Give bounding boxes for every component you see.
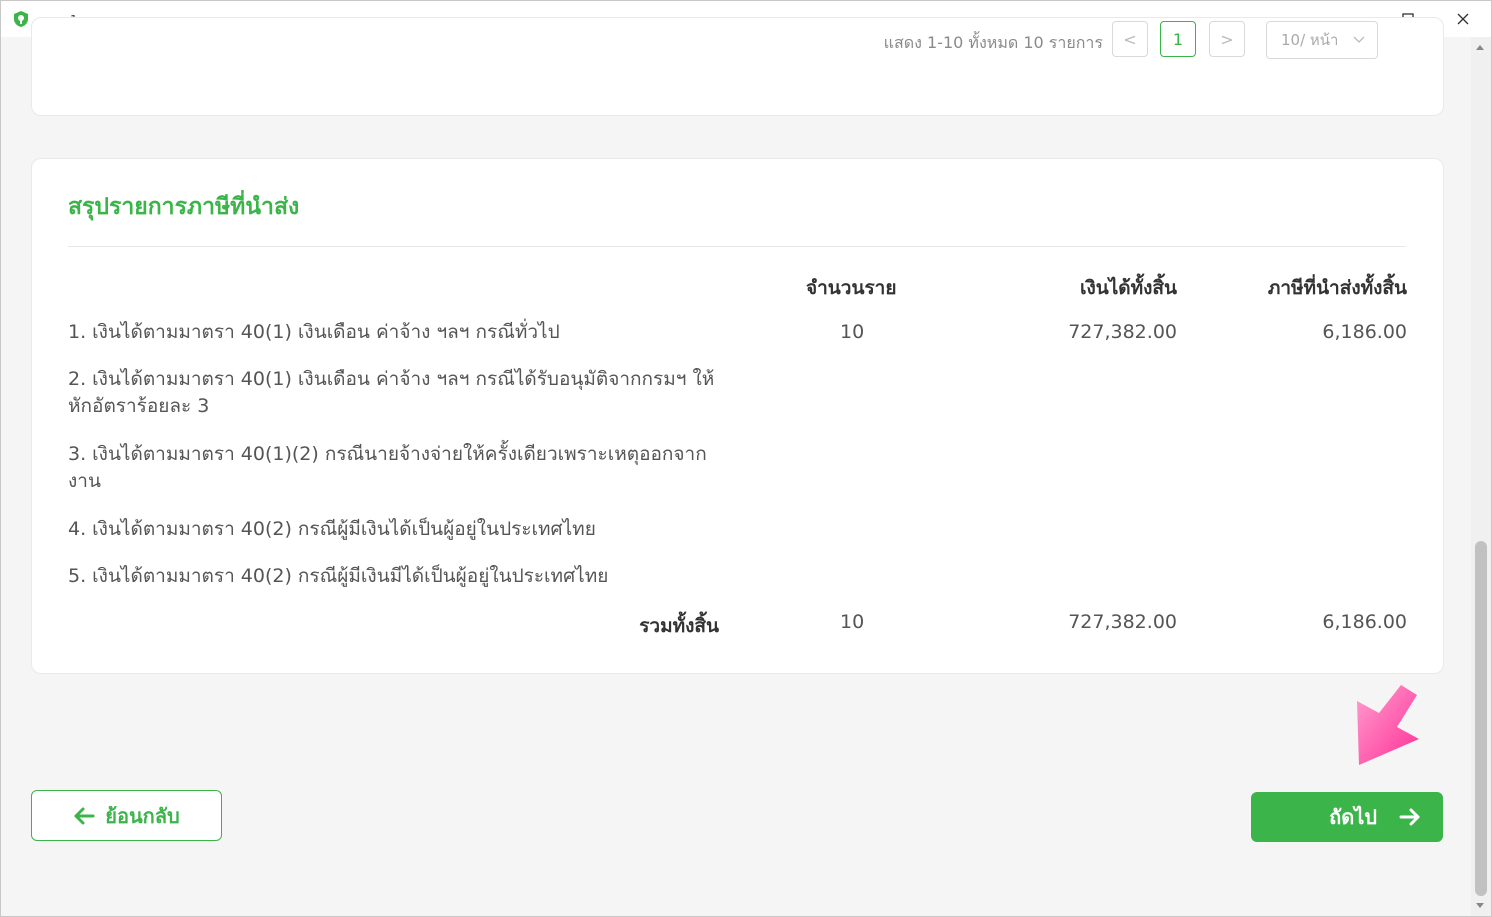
scroll-up-icon[interactable]	[1476, 45, 1484, 50]
records-table-card: แสดง 1-10 ทั้งหมด 10 รายการ < 1 > 10/ หน…	[31, 17, 1444, 116]
shield-logo-icon	[14, 11, 28, 27]
summary-row-label-4: 4. เงินได้ตามมาตรา 40(2) กรณีผู้มีเงินได…	[68, 518, 596, 540]
next-button[interactable]: ถัดไป	[1251, 792, 1443, 842]
page-1-button[interactable]: 1	[1160, 21, 1196, 57]
main-content: แสดง 1-10 ทั้งหมด 10 รายการ < 1 > 10/ หน…	[1, 17, 1471, 916]
prev-page-button[interactable]: <	[1112, 21, 1148, 57]
summary-row-count-1: 10	[840, 321, 865, 343]
next-page-button[interactable]: >	[1209, 21, 1245, 57]
next-button-label: ถัดไป	[1329, 805, 1377, 829]
chevron-left-icon: <	[1123, 29, 1137, 49]
pagination-summary: แสดง 1-10 ทั้งหมด 10 รายการ	[883, 33, 1103, 52]
close-icon	[1457, 13, 1469, 25]
summary-row-income-1: 727,382.00	[1068, 321, 1177, 343]
back-button[interactable]: ย้อนกลับ	[31, 790, 222, 841]
arrow-left-icon	[74, 807, 95, 824]
chevron-right-icon: >	[1220, 29, 1234, 49]
page-size-select[interactable]: 10/ หน้า	[1266, 21, 1378, 59]
vertical-scrollbar[interactable]	[1471, 37, 1491, 916]
current-page-number: 1	[1172, 29, 1184, 49]
page-size-value: 10/ หน้า	[1281, 31, 1339, 49]
summary-row-label-3: 3. เงินได้ตามมาตรา 40(1)(2) กรณีนายจ้างจ…	[68, 443, 707, 492]
summary-row-label-1: 1. เงินได้ตามมาตรา 40(1) เงินเดือน ค่าจ้…	[68, 321, 560, 343]
column-header-income: เงินได้ทั้งสิ้น	[1079, 277, 1177, 299]
chevron-down-icon	[1353, 36, 1365, 43]
scrollbar-thumb[interactable]	[1475, 541, 1487, 896]
scroll-down-icon[interactable]	[1476, 903, 1484, 908]
tax-summary-card: สรุปรายการภาษีที่นำส่ง จำนวนราย เงินได้ท…	[31, 158, 1444, 674]
back-button-label: ย้อนกลับ	[105, 803, 180, 828]
column-header-tax: ภาษีที่นำส่งทั้งสิ้น	[1267, 277, 1407, 299]
app-window: ภ.ง.ด.1ก แสดง 1-10 ทั้งหมด 10 รายการ <	[0, 0, 1492, 917]
summary-row-label-2: 2. เงินได้ตามมาตรา 40(1) เงินเดือน ค่าจ้…	[68, 368, 715, 417]
arrow-right-icon	[1399, 808, 1420, 826]
summary-title: สรุปรายการภาษีที่นำส่ง	[68, 194, 300, 220]
column-header-count: จำนวนราย	[806, 277, 897, 299]
summary-row-label-5: 5. เงินได้ตามมาตรา 40(2) กรณีผู้มีเงินมี…	[68, 565, 609, 587]
divider	[68, 246, 1406, 247]
summary-row-tax-1: 6,186.00	[1322, 321, 1407, 343]
total-label: รวมทั้งสิ้น	[639, 615, 719, 637]
total-tax: 6,186.00	[1322, 611, 1407, 633]
pointer-arrow-icon	[1357, 685, 1419, 765]
total-count: 10	[840, 611, 865, 633]
total-income: 727,382.00	[1068, 611, 1177, 633]
